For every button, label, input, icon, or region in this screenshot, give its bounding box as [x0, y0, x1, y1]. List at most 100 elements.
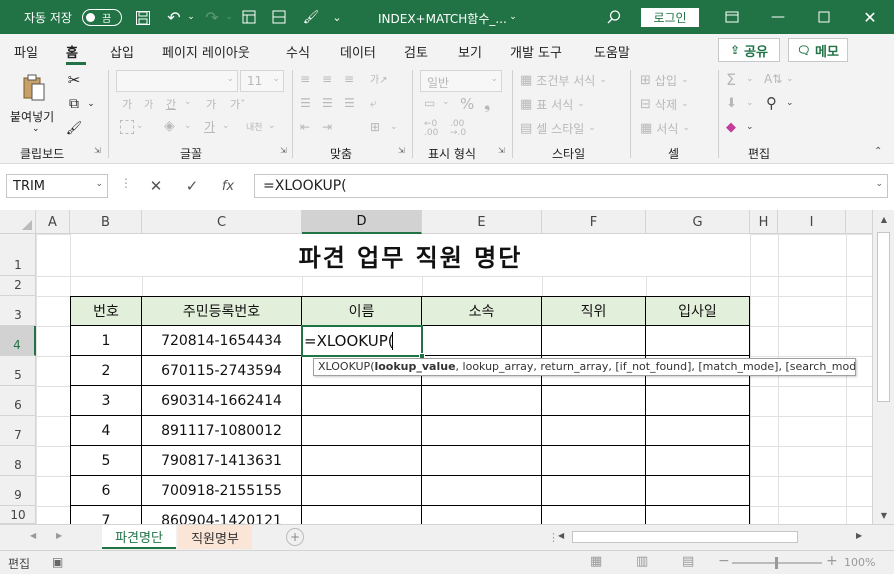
- page-break-view-icon[interactable]: ▤: [682, 554, 694, 569]
- tooltip-lookup-value-arg[interactable]: lookup_value: [374, 360, 455, 373]
- copy-icon[interactable]: ⧉: [64, 94, 84, 114]
- tab-help[interactable]: 도움말: [594, 42, 630, 61]
- scroll-down-icon[interactable]: ▼: [877, 508, 891, 522]
- cancel-entry-icon[interactable]: ✕: [146, 176, 166, 196]
- formula-input[interactable]: =XLOOKUP( ⌄: [254, 174, 888, 198]
- insert-cells-button[interactable]: ⊞ 삽입 ⌄: [640, 70, 710, 90]
- minimize-icon[interactable]: —: [768, 8, 788, 26]
- insert-function-icon[interactable]: fx: [218, 176, 238, 196]
- next-sheet-icon[interactable]: ▶: [56, 531, 62, 540]
- clear-dropdown-icon[interactable]: ⌄: [746, 122, 754, 132]
- row-header-7[interactable]: 7: [0, 416, 36, 446]
- cell-empty[interactable]: [646, 326, 750, 356]
- font-launcher-icon[interactable]: ⇲: [280, 146, 287, 155]
- header-resident-id[interactable]: 주민등록번호: [142, 297, 302, 326]
- title-dropdown-icon[interactable]: ⌄: [508, 10, 518, 24]
- cut-icon[interactable]: ✂: [64, 70, 84, 90]
- page-layout-view-icon[interactable]: ▥: [636, 554, 648, 569]
- login-button[interactable]: 로그인: [641, 8, 699, 27]
- scroll-left-icon[interactable]: ◀: [558, 531, 564, 540]
- cell-empty[interactable]: [542, 446, 646, 476]
- vertical-scroll-thumb[interactable]: [877, 232, 890, 402]
- normal-view-icon[interactable]: ▦: [590, 554, 602, 569]
- zoom-out-icon[interactable]: −: [718, 553, 730, 569]
- tab-developer[interactable]: 개발 도구: [510, 42, 562, 61]
- cell-empty[interactable]: [646, 446, 750, 476]
- cell-number[interactable]: 5: [71, 446, 142, 476]
- column-header-f[interactable]: F: [542, 210, 646, 234]
- qat-more-icon[interactable]: ⌄: [330, 8, 344, 26]
- cell-number[interactable]: 3: [71, 386, 142, 416]
- header-number[interactable]: 번호: [71, 297, 142, 326]
- cell-resident-id[interactable]: 790817-1413631: [142, 446, 302, 476]
- vertical-scrollbar[interactable]: ▲ ▼: [872, 210, 894, 524]
- column-header-a[interactable]: A: [36, 210, 70, 234]
- cell-empty[interactable]: [422, 326, 542, 356]
- corner-select-all[interactable]: [0, 210, 36, 234]
- row-header-9[interactable]: 9: [0, 476, 36, 506]
- cell-empty[interactable]: [302, 476, 422, 506]
- layout-icon[interactable]: [270, 8, 288, 26]
- cell-empty[interactable]: [422, 476, 542, 506]
- row-header-3[interactable]: 3: [0, 296, 36, 326]
- sheet-tab-dispatch[interactable]: 파견명단: [102, 525, 176, 549]
- tab-review[interactable]: 검토: [404, 42, 428, 61]
- tab-data[interactable]: 데이터: [340, 42, 376, 61]
- column-header-e[interactable]: E: [422, 210, 542, 234]
- cell-empty[interactable]: [542, 476, 646, 506]
- cell-resident-id[interactable]: 720814-1654434: [142, 326, 302, 356]
- font-size-select[interactable]: 11 ⌄: [240, 70, 284, 92]
- zoom-slider-thumb[interactable]: [775, 557, 778, 569]
- cell-mode-icon[interactable]: ▣: [52, 555, 63, 569]
- tab-insert[interactable]: 삽입: [110, 42, 134, 61]
- cell-empty[interactable]: [302, 446, 422, 476]
- horizontal-scroll-thumb[interactable]: [572, 531, 798, 543]
- collapse-ribbon-icon[interactable]: ⌃: [874, 146, 882, 157]
- header-name[interactable]: 이름: [302, 297, 422, 326]
- number-format-select[interactable]: 일반 ⌄: [420, 70, 502, 92]
- conditional-format-button[interactable]: ▦ 조건부 서식 ⌄: [520, 70, 622, 90]
- cell-empty[interactable]: [302, 386, 422, 416]
- find-dropdown-icon[interactable]: ⌄: [786, 98, 794, 108]
- clear-icon[interactable]: ◆: [726, 120, 736, 135]
- find-select-icon[interactable]: ⚲: [766, 94, 777, 112]
- cell-empty[interactable]: [646, 386, 750, 416]
- column-header-i[interactable]: I: [778, 210, 846, 234]
- cell-number[interactable]: 4: [71, 416, 142, 446]
- copy-dropdown-icon[interactable]: ⌄: [86, 96, 96, 112]
- tab-formulas[interactable]: 수식: [286, 42, 310, 61]
- close-icon[interactable]: ✕: [860, 8, 880, 27]
- column-header-c[interactable]: C: [142, 210, 302, 234]
- zoom-level[interactable]: 100%: [844, 556, 875, 569]
- clipboard-launcher-icon[interactable]: ⇲: [94, 146, 101, 155]
- cell-style-button[interactable]: ▤ 셀 스타일 ⌄: [520, 118, 622, 138]
- sheet-title[interactable]: 파견 업무 직원 명단: [71, 234, 750, 276]
- cell-number[interactable]: 6: [71, 476, 142, 506]
- cell-number[interactable]: 1: [71, 326, 142, 356]
- new-sheet-icon[interactable]: +: [286, 528, 304, 546]
- zoom-in-icon[interactable]: +: [826, 553, 838, 569]
- header-position[interactable]: 직위: [542, 297, 646, 326]
- tab-page-layout[interactable]: 페이지 레이아웃: [162, 42, 250, 61]
- cell-empty[interactable]: [542, 326, 646, 356]
- cell-empty[interactable]: [422, 446, 542, 476]
- format-painter-qat-icon[interactable]: 🖌: [302, 8, 320, 26]
- cell-resident-id[interactable]: 700918-2155155: [142, 476, 302, 506]
- row-header-1[interactable]: 1: [0, 234, 36, 276]
- save-icon[interactable]: [134, 9, 152, 26]
- cell-empty[interactable]: [542, 416, 646, 446]
- cell-empty[interactable]: [302, 416, 422, 446]
- form-icon[interactable]: [240, 8, 258, 26]
- autosave-toggle[interactable]: 끔: [82, 9, 122, 26]
- search-icon[interactable]: [604, 8, 624, 26]
- delete-cells-button[interactable]: ⊟ 삭제 ⌄: [640, 94, 710, 114]
- row-header-2[interactable]: 2: [0, 276, 36, 296]
- share-button[interactable]: ⇪ 공유: [718, 38, 780, 62]
- expand-formula-icon[interactable]: ⌄: [875, 179, 883, 189]
- column-header-g[interactable]: G: [646, 210, 750, 234]
- row-header-8[interactable]: 8: [0, 446, 36, 476]
- zoom-slider[interactable]: [732, 557, 822, 569]
- column-header-d[interactable]: D: [302, 210, 422, 234]
- header-department[interactable]: 소속: [422, 297, 542, 326]
- cell-empty[interactable]: [542, 386, 646, 416]
